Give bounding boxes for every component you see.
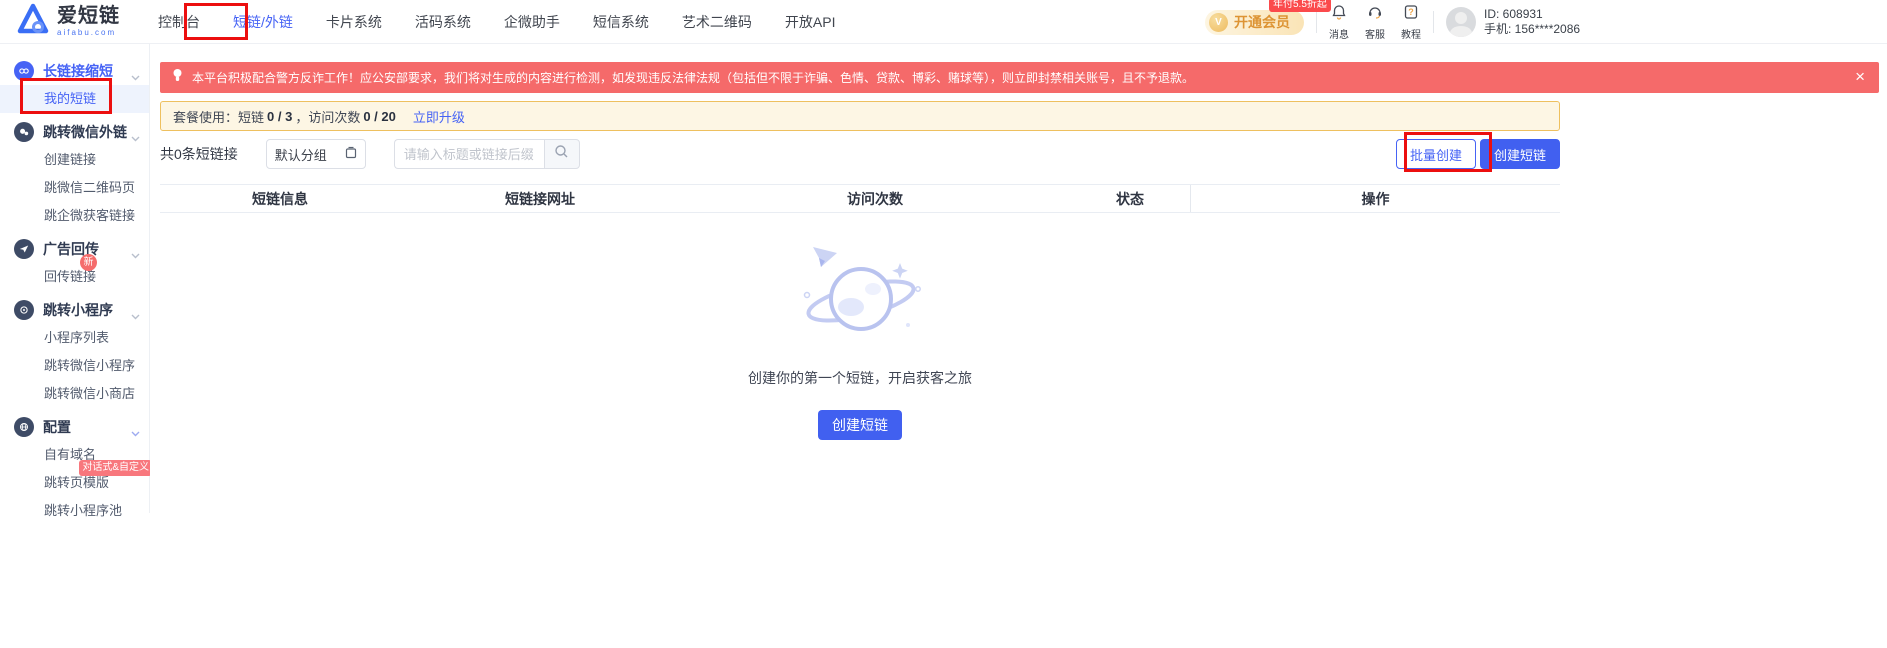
close-icon[interactable]: ×: [1855, 66, 1865, 88]
table-header: 短链信息 短链接网址 访问次数 状态 操作: [160, 184, 1560, 213]
divider: [1316, 11, 1317, 33]
brand-domain: aifabu.com: [57, 29, 120, 37]
chevron-down-icon: [131, 307, 140, 325]
search-icon: [554, 144, 569, 164]
user-phone: 手机: 156****2086: [1484, 22, 1580, 37]
sidebar-item-jump-wechat-miniprogram[interactable]: 跳转微信小程序: [0, 352, 149, 380]
sidebar-group-shorten[interactable]: 长链接缩短: [0, 57, 149, 85]
nav-item-artqr[interactable]: 艺术二维码: [682, 12, 752, 32]
sidebar-item-jump-wechat-ministore[interactable]: 跳转微信小商店: [0, 380, 149, 408]
globe-icon: [14, 417, 34, 437]
sidebar-group-wechat-link[interactable]: 跳转微信外链: [0, 118, 149, 146]
support-button[interactable]: 客服: [1365, 4, 1385, 41]
miniprogram-icon: [14, 300, 34, 320]
sidebar-item-postback-link[interactable]: 回传链接 新: [0, 263, 149, 291]
brand-title: 爱短链: [57, 6, 120, 26]
sidebar-item-miniprogram-pool[interactable]: 跳转小程序池: [0, 497, 149, 525]
column-actions: 操作: [1190, 185, 1560, 212]
user-account[interactable]: ID: 608931 手机: 156****2086: [1446, 7, 1580, 37]
paper-plane-icon: [14, 239, 34, 259]
bell-icon: [1331, 4, 1347, 25]
headset-icon: [1367, 4, 1383, 25]
chevron-down-icon: [131, 129, 140, 147]
chevron-down-icon: [131, 424, 140, 442]
topbar: 爱短链 aifabu.com 控制台 短链/外链 卡片系统 活码系统 企微助手 …: [0, 0, 1887, 44]
chevron-down-icon: [131, 68, 140, 86]
sidebar-group-settings[interactable]: 配置: [0, 413, 149, 441]
app-window: 爱短链 aifabu.com 控制台 短链/外链 卡片系统 活码系统 企微助手 …: [0, 0, 1887, 648]
sidebar-group-ad-postback[interactable]: 广告回传: [0, 235, 149, 263]
sidebar-item-wechat-qr-page[interactable]: 跳微信二维码页: [0, 174, 149, 202]
sidebar-item-my-shortlinks[interactable]: 我的短链: [0, 85, 149, 113]
vip-discount-badge: 年付5.5折起: [1269, 0, 1331, 12]
empty-state: 创建你的第一个短链，开启获客之旅 创建短链: [160, 237, 1560, 440]
divider: [1433, 11, 1434, 33]
banner-text: 本平台积极配合警方反诈工作！应公安部要求，我们将对生成的内容进行检测，如发现违反…: [192, 69, 1194, 86]
brand-logo[interactable]: 爱短链 aifabu.com: [16, 3, 134, 40]
vip-button[interactable]: V 开通会员 年付5.5折起: [1205, 10, 1304, 35]
messages-button[interactable]: 消息: [1329, 4, 1349, 41]
toolbar: 共0条短链接 默认分组 批量创建 创建短链: [160, 138, 1560, 170]
avatar: [1446, 7, 1476, 37]
search-input[interactable]: [394, 139, 544, 169]
main-content: 本平台积极配合警方反诈工作！应公安部要求，我们将对生成的内容进行检测，如发现违反…: [150, 44, 1887, 513]
column-visit-count: 访问次数: [680, 185, 1070, 212]
sidebar-item-miniprogram-list[interactable]: 小程序列表: [0, 324, 149, 352]
user-id: ID: 608931: [1484, 7, 1580, 22]
topbar-right: V 开通会员 年付5.5折起 消息 客服: [1205, 0, 1580, 44]
main-nav: 控制台 短链/外链 卡片系统 活码系统 企微助手 短信系统 艺术二维码 开放AP…: [158, 12, 835, 32]
group-select[interactable]: 默认分组: [266, 139, 366, 169]
quota-mid: ，访问次数: [295, 107, 360, 126]
empty-create-button[interactable]: 创建短链: [818, 410, 902, 440]
create-shortlink-button[interactable]: 创建短链: [1480, 139, 1560, 169]
quota-visit-usage: 0 / 20: [363, 109, 396, 124]
logo-icon: [16, 3, 50, 40]
column-status: 状态: [1070, 185, 1190, 212]
archive-box-icon: [345, 146, 357, 162]
empty-message: 创建你的第一个短链，开启获客之旅: [748, 368, 972, 388]
tutorial-button[interactable]: ? 教程: [1401, 4, 1421, 41]
svg-text:?: ?: [1408, 7, 1414, 17]
sidebar-item-create-link[interactable]: 创建链接: [0, 146, 149, 174]
tutorial-icon: ?: [1403, 4, 1419, 25]
column-shortlink-info: 短链信息: [160, 185, 400, 212]
sidebar-item-wecom-lead-link[interactable]: 跳企微获客链接: [0, 202, 149, 230]
nav-item-openapi[interactable]: 开放API: [785, 12, 836, 32]
upgrade-link[interactable]: 立即升级: [413, 107, 465, 126]
sidebar-item-landing-template[interactable]: 跳转页模版 对话式&自定义: [0, 469, 149, 497]
nav-item-console[interactable]: 控制台: [158, 12, 200, 32]
nav-item-wecom[interactable]: 企微助手: [504, 12, 560, 32]
chevron-down-icon: [131, 246, 140, 264]
link-icon: [14, 61, 34, 81]
nav-item-sms[interactable]: 短信系统: [593, 12, 649, 32]
shortlink-panel: 套餐使用：短链 0 / 3 ，访问次数 0 / 20 立即升级 共0条短链接 默…: [160, 101, 1560, 440]
nav-item-shortlink[interactable]: 短链/外链: [233, 12, 293, 32]
planet-illustration: [785, 237, 935, 354]
shortlink-count: 共0条短链接: [160, 144, 238, 164]
sidebar: 长链接缩短 我的短链 跳转微信外链 创建链接 跳微信二维码页 跳企微获客链接 广…: [0, 44, 150, 513]
column-shortlink-url: 短链接网址: [400, 185, 680, 212]
new-badge: 新: [80, 254, 97, 271]
quota-bar: 套餐使用：短链 0 / 3 ，访问次数 0 / 20 立即升级: [160, 101, 1560, 131]
template-badge: 对话式&自定义: [79, 460, 152, 476]
vip-crown-icon: V: [1209, 13, 1228, 32]
wechat-icon: [14, 122, 34, 142]
vip-label: 开通会员: [1234, 12, 1290, 32]
quota-prefix: 套餐使用：短链: [173, 107, 264, 126]
sidebar-group-miniprogram[interactable]: 跳转小程序: [0, 296, 149, 324]
nav-item-card[interactable]: 卡片系统: [326, 12, 382, 32]
bulb-icon: [172, 68, 184, 88]
batch-create-button[interactable]: 批量创建: [1396, 139, 1476, 169]
anti-fraud-banner: 本平台积极配合警方反诈工作！应公安部要求，我们将对生成的内容进行检测，如发现违反…: [160, 62, 1879, 93]
nav-item-livecode[interactable]: 活码系统: [415, 12, 471, 32]
quota-shortlink-usage: 0 / 3: [267, 109, 292, 124]
search-button[interactable]: [544, 139, 580, 169]
